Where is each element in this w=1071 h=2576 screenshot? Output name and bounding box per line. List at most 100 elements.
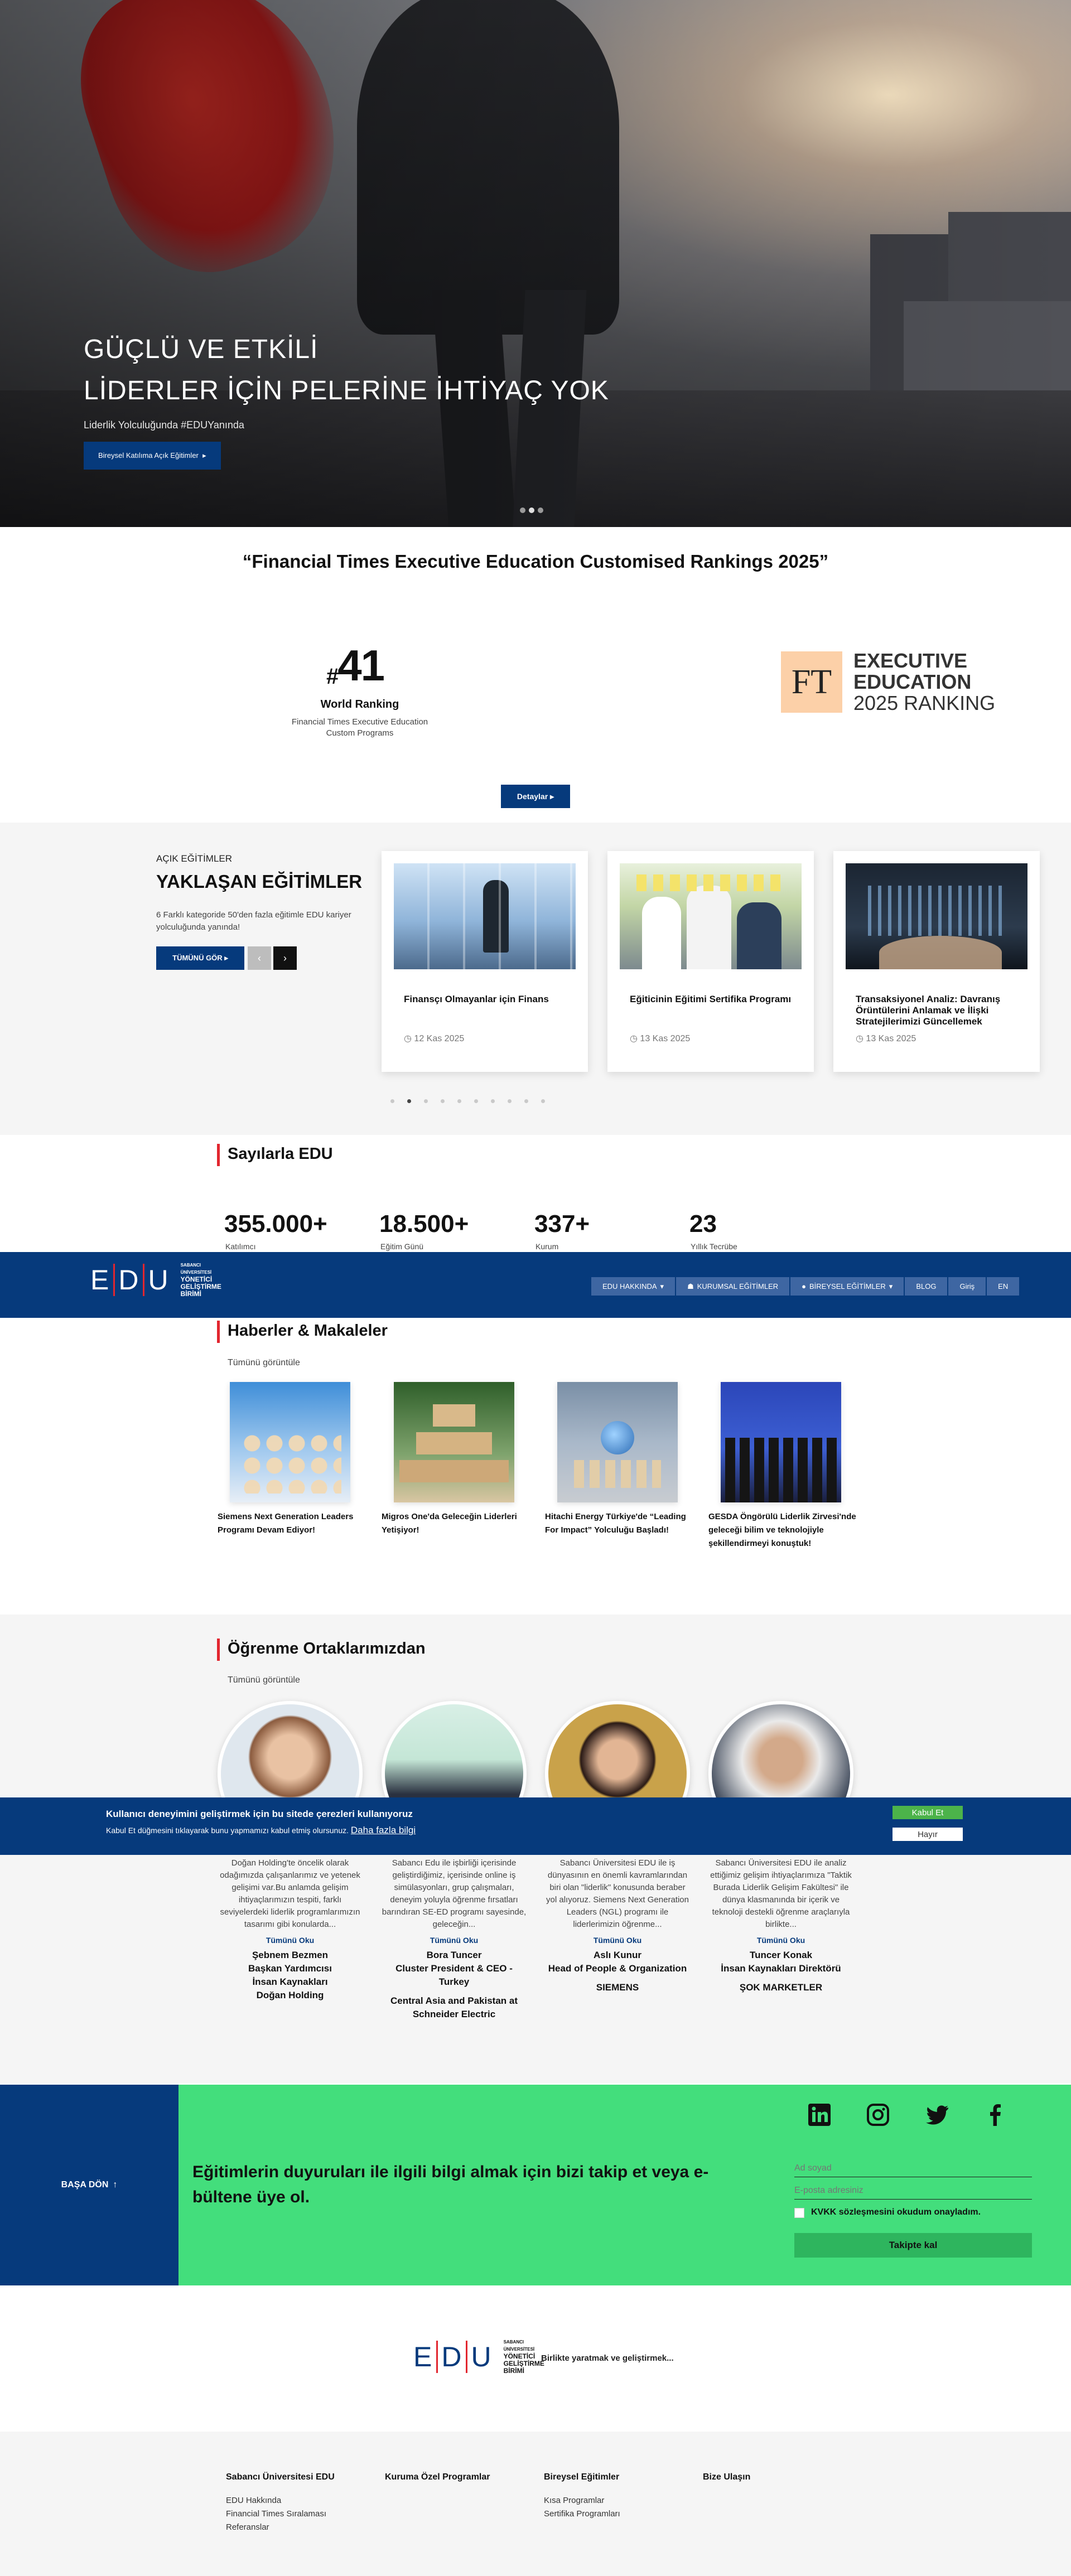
news-view-all-link[interactable]: Tümünü görüntüle bbox=[228, 1358, 300, 1368]
carousel-dot[interactable] bbox=[524, 1099, 528, 1103]
instagram-icon[interactable] bbox=[866, 2103, 890, 2127]
twitter-icon[interactable] bbox=[925, 2103, 949, 2127]
carousel-dot[interactable] bbox=[474, 1099, 478, 1103]
edu-logo[interactable]: EDU SABANCI ÜNİVERSİTESİ YÖNETİCİ GELİŞT… bbox=[87, 1262, 221, 1298]
carousel-dots bbox=[390, 1099, 545, 1103]
cookie-accept-button[interactable]: Kabul Et bbox=[893, 1806, 963, 1819]
kvkk-label: KVKK sözleşmesini okudum onayladım. bbox=[811, 2207, 981, 2217]
footer-link[interactable]: Kısa Programlar bbox=[544, 2494, 620, 2507]
ft-logo: FT bbox=[781, 651, 842, 713]
footer-column-title: Bireysel Eğitimler bbox=[544, 2472, 620, 2482]
nav-item-language[interactable]: EN bbox=[987, 1277, 1020, 1296]
testimonial-author: Bora Tuncer Cluster President & CEO - Tu… bbox=[395, 1950, 513, 1987]
read-more-link[interactable]: Tümünü Oku bbox=[708, 1934, 853, 1946]
courses-label: AÇIK EĞİTİMLER bbox=[156, 853, 233, 864]
nav-item-blog[interactable]: BLOG bbox=[905, 1277, 948, 1296]
ft-rank-label: World Ranking bbox=[320, 698, 399, 711]
ft-details-button[interactable]: Detaylar ▸ bbox=[501, 785, 570, 808]
carousel-dot[interactable] bbox=[457, 1099, 461, 1103]
partners-title: Öğrenme Ortaklarımızdan bbox=[228, 1640, 426, 1657]
news-card[interactable]: Siemens Next Generation Leaders Programı… bbox=[218, 1382, 368, 1537]
news-card[interactable]: Hitachi Energy Türkiye'de “Leading For I… bbox=[545, 1382, 696, 1537]
course-card[interactable]: Transaksiyonel Analiz: Davranış Örüntüle… bbox=[833, 851, 1040, 1072]
footer-column: Bize Ulaşın bbox=[703, 2471, 750, 2494]
partners-view-all-link[interactable]: Tümünü görüntüle bbox=[228, 1675, 300, 1685]
chevron-down-icon: ▾ bbox=[660, 1282, 664, 1291]
news-title: Migros One'da Geleceğin Liderleri Yetişi… bbox=[382, 1512, 517, 1535]
carousel-dot[interactable] bbox=[508, 1099, 512, 1103]
course-title: Transaksiyonel Analiz: Davranış Örüntüle… bbox=[856, 994, 1001, 1027]
carousel-next-button[interactable]: › bbox=[273, 946, 297, 970]
news-title: GESDA Öngörülü Liderlik Zirvesi'nde gele… bbox=[708, 1512, 856, 1548]
footer-link[interactable]: Referanslar bbox=[226, 2521, 335, 2534]
back-to-top-button[interactable]: BAŞA DÖN ↑ bbox=[0, 2085, 178, 2285]
facebook-icon[interactable] bbox=[983, 2103, 1007, 2127]
testimonial-company: SIEMENS bbox=[596, 1982, 639, 1993]
footer-link[interactable]: EDU Hakkında bbox=[226, 2494, 335, 2507]
news-title: Hitachi Energy Türkiye'de “Leading For I… bbox=[545, 1512, 686, 1535]
name-field[interactable] bbox=[794, 2159, 1032, 2177]
news-title: Siemens Next Generation Leaders Programı… bbox=[218, 1512, 354, 1535]
stat-value: 18.500+ bbox=[379, 1210, 469, 1238]
hero-slider: GÜÇLÜ VE ETKİLİ LİDERLER İÇİN PELERİNE İ… bbox=[0, 0, 1071, 527]
nav-item-edu-hakkinda[interactable]: EDU HAKKINDA ▾ bbox=[591, 1277, 676, 1296]
subscribe-button[interactable]: Takipte kal bbox=[794, 2233, 1032, 2258]
footer-link[interactable]: Financial Times Sıralaması bbox=[226, 2507, 335, 2521]
footer-link[interactable]: Sertifika Programları bbox=[544, 2507, 620, 2521]
stats-title: Sayılarla EDU bbox=[228, 1145, 333, 1163]
read-more-link[interactable]: Tümünü Oku bbox=[545, 1934, 690, 1946]
carousel-dot[interactable] bbox=[424, 1099, 428, 1103]
testimonial-author: Aslı Kunur Head of People & Organization bbox=[548, 1950, 687, 1974]
chevron-left-icon: ‹ bbox=[258, 952, 261, 964]
kvkk-checkbox[interactable] bbox=[794, 2208, 804, 2218]
nav-item-kurumsal[interactable]: ☗ KURUMSAL EĞİTİMLER bbox=[676, 1277, 790, 1296]
news-title: Haberler & Makaleler bbox=[228, 1322, 388, 1340]
testimonial: Sabancı Üniversitesi EDU ile iş dünyasın… bbox=[545, 1857, 690, 1994]
stat-value: 23 bbox=[689, 1210, 717, 1238]
footer-column-title[interactable]: Kuruma Özel Programlar bbox=[385, 2471, 490, 2484]
hero-cta-button[interactable]: Bireysel Katılıma Açık Eğitimler ▸ bbox=[84, 442, 221, 470]
group-icon: ☗ bbox=[687, 1282, 694, 1291]
stat-label: Eğitim Günü bbox=[380, 1242, 424, 1251]
chevron-down-icon: ▾ bbox=[889, 1282, 893, 1291]
news-card[interactable]: GESDA Öngörülü Liderlik Zirvesi'nde gele… bbox=[708, 1382, 859, 1550]
testimonial-author: Tuncer Konak İnsan Kaynakları Direktörü bbox=[721, 1950, 841, 1974]
play-icon: ▸ bbox=[202, 451, 206, 460]
cookie-reject-button[interactable]: Hayır bbox=[893, 1828, 963, 1841]
section-accent-bar bbox=[217, 1321, 220, 1343]
slider-dot[interactable] bbox=[538, 508, 543, 513]
nav-item-bireysel[interactable]: ● BİREYSEL EĞİTİMLER ▾ bbox=[790, 1277, 904, 1296]
course-date: ◷ 13 Kas 2025 bbox=[630, 1034, 691, 1043]
linkedin-icon[interactable] bbox=[807, 2103, 832, 2127]
course-card[interactable]: Finansçı Olmayanlar için Finans ◷ 12 Kas… bbox=[382, 851, 588, 1072]
footer-column-title[interactable]: Bize Ulaşın bbox=[703, 2471, 750, 2484]
news-image bbox=[557, 1382, 678, 1502]
read-more-link[interactable]: Tümünü Oku bbox=[382, 1934, 527, 1946]
testimonial: Doğan Holding'te öncelik olarak odağımız… bbox=[218, 1857, 363, 2002]
section-accent-bar bbox=[217, 1639, 220, 1661]
slider-dot-active[interactable] bbox=[529, 508, 534, 513]
carousel-prev-button[interactable]: ‹ bbox=[248, 946, 271, 970]
cookie-more-link[interactable]: Daha fazla bilgi bbox=[351, 1825, 416, 1835]
carousel-dot[interactable] bbox=[441, 1099, 445, 1103]
section-accent-bar bbox=[217, 1144, 220, 1166]
email-field[interactable] bbox=[794, 2182, 1032, 2200]
news-image bbox=[721, 1382, 841, 1502]
read-more-link[interactable]: Tümünü Oku bbox=[218, 1934, 363, 1946]
carousel-dot-active[interactable] bbox=[407, 1099, 411, 1103]
course-card[interactable]: Eğiticinin Eğitimi Sertifika Programı ◷ … bbox=[607, 851, 814, 1072]
newsletter-text: Eğitimlerin duyuruları ile ilgili bilgi … bbox=[192, 2163, 709, 2206]
testimonial-company: Central Asia and Pakistan at Schneider E… bbox=[390, 1995, 518, 2019]
carousel-dot[interactable] bbox=[390, 1099, 394, 1103]
course-date: ◷ 12 Kas 2025 bbox=[404, 1034, 465, 1043]
slider-dot[interactable] bbox=[520, 508, 525, 513]
see-all-button[interactable]: TÜMÜNÜ GÖR ▸ bbox=[156, 946, 244, 970]
carousel-dot[interactable] bbox=[491, 1099, 495, 1103]
stat-label: Katılımcı bbox=[225, 1242, 256, 1251]
nav-item-login[interactable]: Giriş bbox=[948, 1277, 986, 1296]
carousel-dot[interactable] bbox=[541, 1099, 545, 1103]
news-image bbox=[230, 1382, 350, 1502]
footer-edu-logo[interactable]: EDU SABANCI ÜNİVERSİTESİ YÖNETİCİ GELİŞT… bbox=[410, 2338, 544, 2375]
footer-column: Kuruma Özel Programlar bbox=[385, 2471, 490, 2494]
news-card[interactable]: Migros One'da Geleceğin Liderleri Yetişi… bbox=[382, 1382, 532, 1537]
